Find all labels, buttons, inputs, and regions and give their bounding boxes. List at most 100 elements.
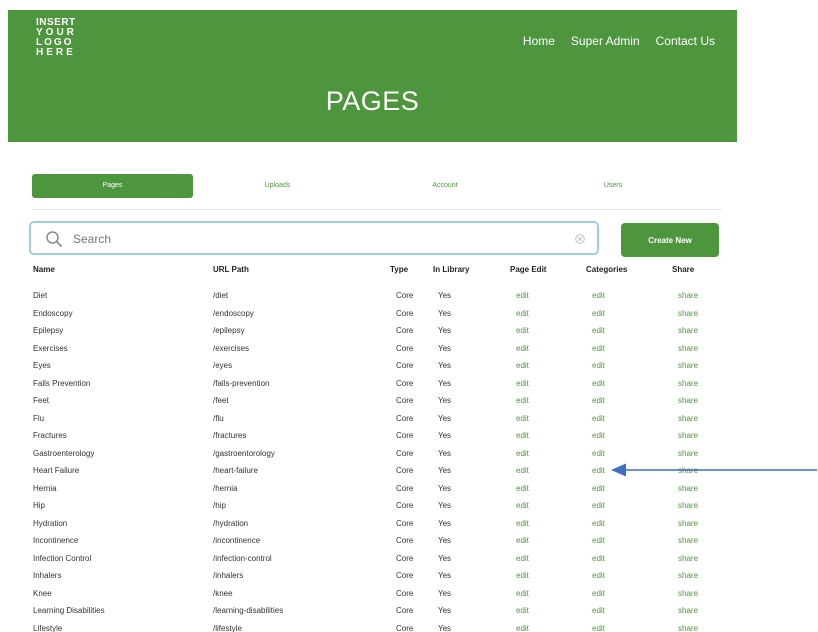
share-link[interactable]: share: [678, 571, 698, 580]
cell-url-path: /incontinence: [213, 536, 261, 545]
cell-name: Eyes: [33, 361, 51, 370]
table-row: Hernia/hernia Core Yes edit edit share: [0, 484, 818, 501]
categories-edit-link[interactable]: edit: [592, 519, 605, 528]
share-link[interactable]: share: [678, 501, 698, 510]
share-link[interactable]: share: [678, 449, 698, 458]
categories-edit-link[interactable]: edit: [592, 344, 605, 353]
categories-edit-link[interactable]: edit: [592, 379, 605, 388]
categories-edit-link[interactable]: edit: [592, 484, 605, 493]
cell-name: Hydration: [33, 518, 68, 528]
categories-edit-link[interactable]: edit: [592, 606, 605, 615]
cell-name: Gastroenterology: [33, 448, 95, 458]
categories-edit-link[interactable]: edit: [592, 501, 605, 510]
header-banner: INSERT YOUR LOGO HERE Home Super Admin C…: [8, 10, 737, 142]
tab-pages[interactable]: Pages: [32, 174, 193, 198]
categories-edit-link[interactable]: edit: [592, 554, 605, 563]
cell-in-library: Yes: [438, 308, 452, 318]
cell-name: Diet: [33, 291, 48, 300]
create-new-button[interactable]: Create New: [621, 223, 719, 257]
categories-edit-link[interactable]: edit: [592, 291, 605, 300]
cell-url-path: /flu: [213, 413, 224, 423]
categories-edit-link[interactable]: edit: [592, 449, 605, 458]
tab-users[interactable]: Users: [532, 174, 694, 198]
page-edit-link[interactable]: edit: [516, 624, 529, 632]
column-header-in-library[interactable]: In Library: [433, 265, 469, 274]
categories-edit-link[interactable]: edit: [592, 326, 605, 335]
page-edit-link[interactable]: edit: [516, 606, 529, 615]
page-edit-link[interactable]: edit: [516, 414, 529, 423]
share-link[interactable]: share: [678, 606, 698, 615]
share-link[interactable]: share: [678, 624, 698, 632]
column-header-page-edit[interactable]: Page Edit: [510, 265, 546, 274]
search-input[interactable]: [71, 227, 565, 251]
page-edit-link[interactable]: edit: [516, 571, 529, 580]
categories-edit-link[interactable]: edit: [592, 624, 605, 632]
cell-in-library: Yes: [438, 536, 452, 545]
cell-type: Core: [396, 501, 414, 510]
column-header-type[interactable]: Type: [390, 265, 408, 274]
page-edit-link[interactable]: edit: [516, 449, 529, 458]
column-header-share[interactable]: Share: [672, 265, 694, 274]
page-edit-link[interactable]: edit: [516, 291, 529, 300]
share-link[interactable]: share: [678, 291, 698, 300]
categories-edit-link[interactable]: edit: [592, 361, 605, 370]
clear-icon[interactable]: [575, 234, 585, 244]
share-link[interactable]: share: [678, 309, 698, 318]
categories-edit-link[interactable]: edit: [592, 466, 605, 475]
categories-edit-link[interactable]: edit: [592, 431, 605, 440]
tab-account[interactable]: Account: [362, 174, 528, 198]
share-link[interactable]: share: [678, 484, 698, 493]
cell-in-library: Yes: [438, 326, 452, 335]
table-row: Falls Prevention/falls-prevention Core Yes…: [0, 379, 818, 396]
cell-in-library: Yes: [438, 343, 452, 353]
page-edit-link[interactable]: edit: [516, 501, 529, 510]
page-edit-link[interactable]: edit: [516, 379, 529, 388]
share-link[interactable]: share: [678, 536, 698, 545]
share-link[interactable]: share: [678, 379, 698, 388]
cell-name: Exercises: [33, 343, 68, 353]
cell-type: Core: [396, 571, 414, 580]
column-header-url-path[interactable]: URL Path: [213, 265, 249, 274]
logo[interactable]: INSERT YOUR LOGO HERE: [36, 18, 77, 58]
share-link[interactable]: share: [678, 414, 698, 423]
column-header-name[interactable]: Name: [33, 265, 55, 274]
share-link[interactable]: share: [678, 519, 698, 528]
column-header-categories[interactable]: Categories: [586, 265, 627, 274]
nav-home-link[interactable]: Home: [523, 34, 555, 48]
tabs-divider: [32, 209, 722, 210]
nav-contact-us-link[interactable]: Contact Us: [656, 34, 715, 48]
cell-name: Hernia: [33, 483, 57, 493]
share-link[interactable]: share: [678, 431, 698, 440]
categories-edit-link[interactable]: edit: [592, 589, 605, 598]
cell-name: Endoscopy: [33, 308, 73, 318]
page-edit-link[interactable]: edit: [516, 326, 529, 335]
share-link[interactable]: share: [678, 361, 698, 370]
page-edit-link[interactable]: edit: [516, 396, 529, 405]
share-link[interactable]: share: [678, 326, 698, 335]
cell-url-path: /feet: [213, 396, 229, 405]
page-edit-link[interactable]: edit: [516, 309, 529, 318]
categories-edit-link[interactable]: edit: [592, 396, 605, 405]
page-edit-link[interactable]: edit: [516, 431, 529, 440]
categories-edit-link[interactable]: edit: [592, 571, 605, 580]
page-edit-link[interactable]: edit: [516, 344, 529, 353]
share-link[interactable]: share: [678, 396, 698, 405]
categories-edit-link[interactable]: edit: [592, 414, 605, 423]
cell-url-path: /heart-failure: [213, 466, 258, 475]
page-edit-link[interactable]: edit: [516, 466, 529, 475]
page-edit-link[interactable]: edit: [516, 361, 529, 370]
page-edit-link[interactable]: edit: [516, 554, 529, 563]
share-link[interactable]: share: [678, 554, 698, 563]
categories-edit-link[interactable]: edit: [592, 536, 605, 545]
page-edit-link[interactable]: edit: [516, 536, 529, 545]
page-edit-link[interactable]: edit: [516, 519, 529, 528]
tab-uploads[interactable]: Uploads: [197, 174, 358, 198]
page-edit-link[interactable]: edit: [516, 484, 529, 493]
page-edit-link[interactable]: edit: [516, 589, 529, 598]
categories-edit-link[interactable]: edit: [592, 309, 605, 318]
share-link[interactable]: share: [678, 589, 698, 598]
cell-name: Fractures: [33, 431, 67, 440]
share-link[interactable]: share: [678, 344, 698, 353]
nav-super-admin-link[interactable]: Super Admin: [571, 34, 640, 48]
cell-in-library: Yes: [438, 571, 452, 580]
